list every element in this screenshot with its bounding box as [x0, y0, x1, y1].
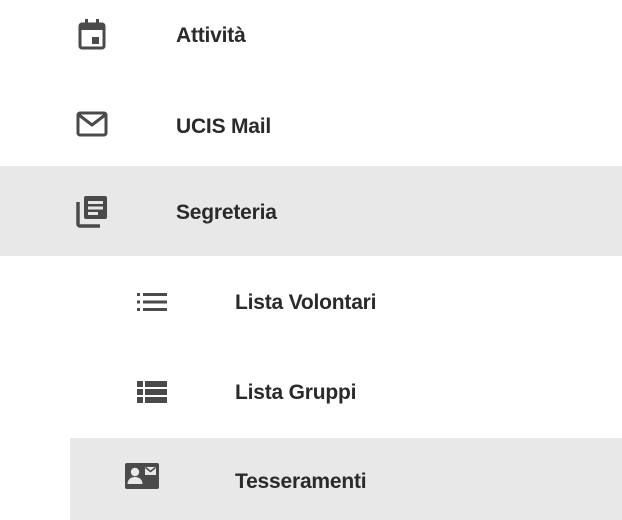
- sidebar-item-lista-volontari[interactable]: Lista Volontari: [0, 260, 622, 344]
- sidebar-item-label: Tesseramenti: [235, 470, 367, 493]
- sidebar-item-segreteria[interactable]: Segreteria: [0, 166, 622, 256]
- sidebar-item-label: UCIS Mail: [176, 115, 272, 138]
- calendar-icon: [72, 14, 112, 54]
- list-icon: [132, 282, 172, 322]
- sidebar-item-label: Lista Gruppi: [235, 381, 357, 404]
- sidebar-item-lista-gruppi[interactable]: Lista Gruppi: [0, 350, 622, 434]
- mail-icon: [72, 104, 112, 144]
- sidebar-item-label: Attività: [176, 24, 246, 47]
- contact-mail-icon: [122, 456, 162, 496]
- library-books-icon: [72, 191, 112, 231]
- view-list-icon: [132, 372, 172, 412]
- sidebar-item-label: Segreteria: [176, 201, 277, 224]
- sidebar-item-tesseramenti[interactable]: Tesseramenti: [70, 438, 622, 520]
- sidebar-nav: Attività UCIS Mail Segreteria Lista Volo…: [0, 0, 622, 520]
- sidebar-item-label: Lista Volontari: [235, 291, 377, 314]
- sidebar-item-attivita[interactable]: Attività: [0, 0, 622, 70]
- sidebar-item-ucis-mail[interactable]: UCIS Mail: [0, 88, 622, 160]
